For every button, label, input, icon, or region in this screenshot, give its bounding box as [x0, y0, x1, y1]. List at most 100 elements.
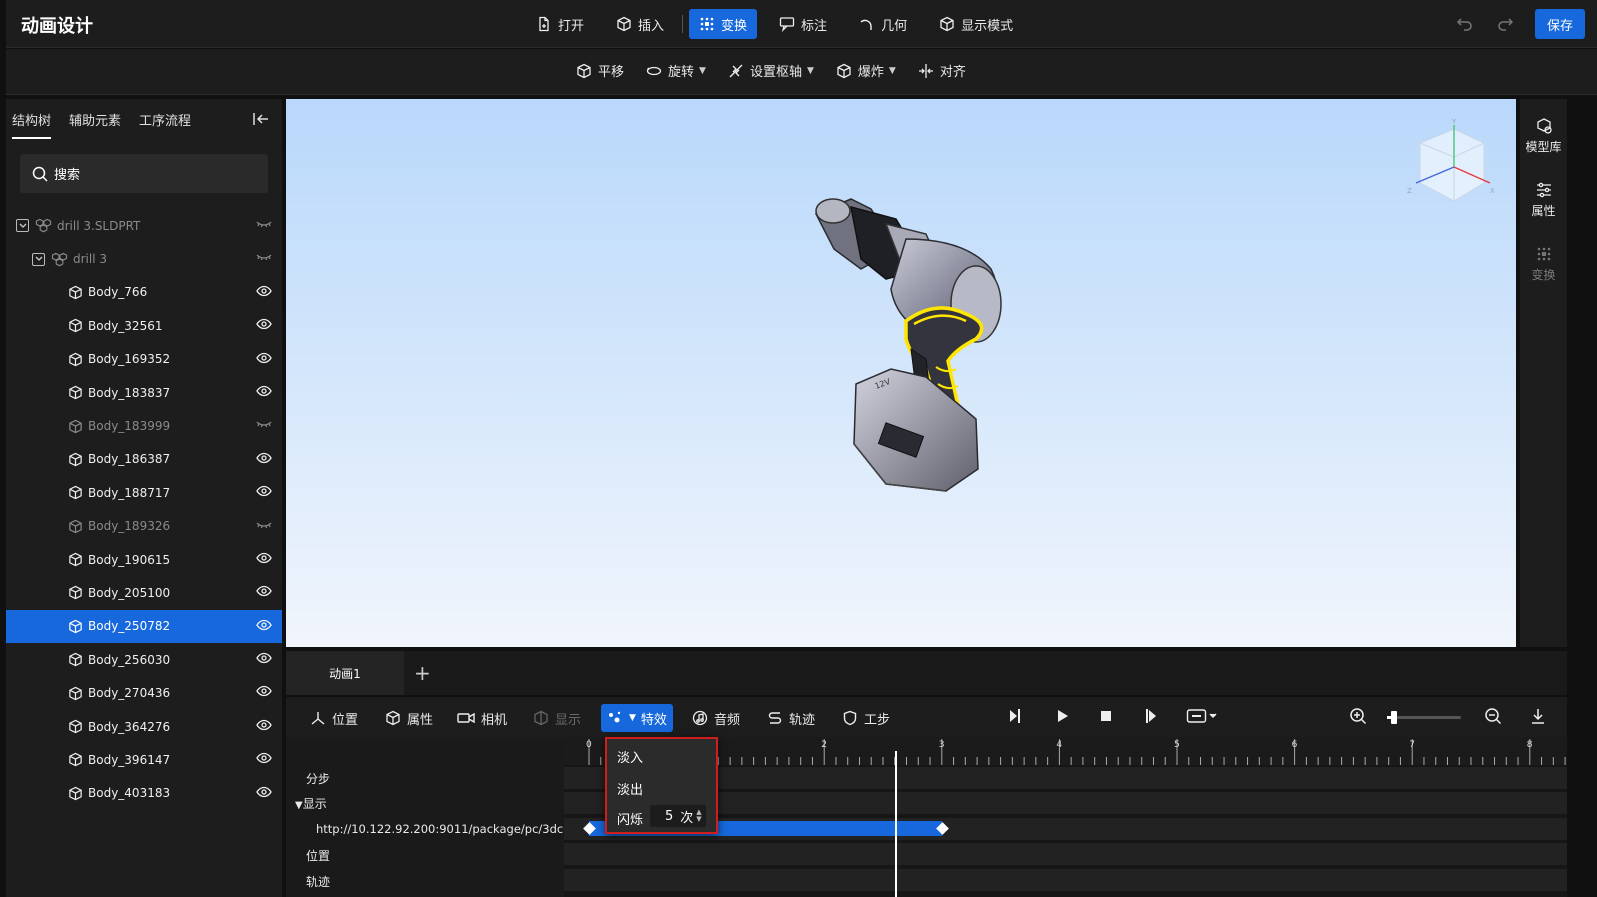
effects-button[interactable]: ▼ 特效 [601, 704, 673, 732]
eye-icon[interactable] [256, 452, 272, 467]
track-lane-position[interactable] [564, 843, 1567, 865]
eye-closed-icon[interactable] [256, 418, 272, 433]
geometry-button[interactable]: 几何 [849, 9, 917, 39]
rotate-button[interactable]: 旋转 ▼ [646, 61, 706, 80]
expand-toggle-icon[interactable] [32, 252, 45, 266]
tab-process-flow[interactable]: 工序流程 [139, 110, 191, 139]
tree-assembly-node[interactable]: drill 3.SLDPRT [6, 209, 282, 242]
tree-body-node[interactable]: Body_205100 [6, 576, 282, 609]
zoom-slider[interactable] [1387, 711, 1461, 724]
eye-icon[interactable] [256, 786, 272, 801]
display-track-button[interactable]: 显示 [527, 704, 587, 732]
add-animation-button[interactable]: + [414, 661, 431, 685]
tree-body-node[interactable]: Body_396147 [6, 743, 282, 776]
pivot-button[interactable]: 设置枢轴 ▼ [728, 61, 814, 80]
axis-x-label: X [1490, 187, 1495, 195]
view-cube[interactable]: Y X Z [1402, 117, 1498, 213]
axis-z-label: Z [1407, 187, 1412, 195]
eye-icon[interactable] [256, 719, 272, 734]
tree-body-node[interactable]: Body_186387 [6, 443, 282, 476]
annotate-button[interactable]: 标注 [769, 9, 837, 39]
eye-icon[interactable] [256, 485, 272, 500]
eye-icon[interactable] [256, 552, 272, 567]
tab-structure-tree[interactable]: 结构树 [12, 110, 52, 139]
play-button[interactable] [1054, 707, 1070, 725]
blink-count-stepper[interactable]: 5 次 ▲ ▼ [650, 805, 706, 827]
display-mode-button[interactable]: 显示模式 [929, 9, 1023, 39]
track-label-step[interactable]: 分步 [306, 770, 330, 787]
tree-body-node[interactable]: Body_183999 [6, 409, 282, 442]
transform-button[interactable]: 变换 [689, 9, 758, 39]
collapse-panel-button[interactable] [252, 111, 270, 131]
tree-body-node[interactable]: Body_188717 [6, 476, 282, 509]
properties-track-button[interactable]: 属性 [379, 704, 439, 732]
tree-body-node[interactable]: Body_190615 [6, 543, 282, 576]
track-label-display-item[interactable]: http://10.122.92.200:9011/package/pc/3dc… [316, 822, 581, 836]
stepper-arrows-icon[interactable]: ▲ ▼ [696, 809, 701, 823]
tree-body-node[interactable]: Body_270436 [6, 676, 282, 709]
tree-body-node[interactable]: Body_256030 [6, 643, 282, 676]
eye-icon[interactable] [256, 285, 272, 300]
tree-body-node[interactable]: Body_32561 [6, 309, 282, 342]
search-input[interactable]: 搜索 [20, 154, 268, 193]
transform-panel-button[interactable]: 变换 [1520, 237, 1567, 291]
tree-body-node[interactable]: Body_403183 [6, 777, 282, 810]
track-label-display[interactable]: ▼显示 [295, 795, 327, 812]
trajectory-track-button[interactable]: 轨迹 [761, 704, 821, 732]
eye-icon[interactable] [256, 385, 272, 400]
undo-button[interactable] [1455, 14, 1475, 34]
body-cube-icon [68, 619, 83, 634]
tab-animation-1[interactable]: 动画1 [286, 651, 404, 695]
tree-body-node[interactable]: Body_183837 [6, 376, 282, 409]
position-track-button[interactable]: 位置 [304, 704, 364, 732]
eye-icon[interactable] [256, 619, 272, 634]
track-lane-trajectory[interactable] [564, 869, 1567, 891]
track-label-trajectory[interactable]: 轨迹 [306, 873, 330, 890]
zoom-out-icon[interactable] [1484, 707, 1502, 725]
eye-closed-icon[interactable] [256, 519, 272, 534]
eye-closed-icon[interactable] [256, 218, 272, 233]
eye-icon[interactable] [256, 585, 272, 600]
3d-viewport[interactable]: 12V Y X Z [286, 99, 1516, 647]
prev-frame-button[interactable] [1007, 707, 1023, 725]
eye-icon[interactable] [256, 318, 272, 333]
track-label-position[interactable]: 位置 [306, 847, 330, 864]
audio-track-button[interactable]: 音频 [686, 704, 746, 732]
fade-out-option[interactable]: 淡出 [617, 779, 643, 798]
open-button[interactable]: 打开 [526, 9, 594, 39]
stop-button[interactable] [1098, 707, 1114, 725]
save-button[interactable]: 保存 [1534, 9, 1585, 39]
eye-icon[interactable] [256, 352, 272, 367]
zoom-slider-handle[interactable] [1391, 711, 1398, 724]
playback-speed-button[interactable] [1186, 707, 1220, 725]
download-icon[interactable] [1529, 707, 1547, 725]
translate-button[interactable]: 平移 [576, 61, 624, 80]
tree-body-node[interactable]: Body_169352 [6, 343, 282, 376]
tab-auxiliary[interactable]: 辅助元素 [69, 110, 121, 139]
zoom-in-icon[interactable] [1349, 707, 1367, 725]
eye-icon[interactable] [256, 685, 272, 700]
align-button[interactable]: 对齐 [918, 61, 966, 80]
tree-body-node[interactable]: Body_364276 [6, 710, 282, 743]
insert-button[interactable]: 插入 [606, 9, 674, 39]
ruler-tick-label: 8 [1527, 740, 1533, 750]
explode-button[interactable]: 爆炸 ▼ [836, 61, 896, 80]
camera-track-button[interactable]: 相机 [451, 704, 513, 732]
expand-toggle-icon[interactable] [16, 219, 29, 233]
eye-icon[interactable] [256, 652, 272, 667]
playhead[interactable] [894, 751, 897, 897]
tree-assembly-node[interactable]: drill 3 [6, 242, 282, 275]
next-frame-button[interactable] [1143, 707, 1159, 725]
fade-in-option[interactable]: 淡入 [617, 747, 643, 766]
tree-body-node[interactable]: Body_766 [6, 276, 282, 309]
properties-button[interactable]: 属性 [1520, 173, 1567, 227]
blink-option[interactable]: 闪烁 [617, 809, 643, 828]
model-library-button[interactable]: 模型库 [1520, 109, 1567, 163]
drill-model[interactable]: 12V [286, 99, 1516, 647]
eye-closed-icon[interactable] [256, 251, 272, 266]
tree-body-node[interactable]: Body_250782 [6, 609, 282, 644]
eye-icon[interactable] [256, 752, 272, 767]
redo-button[interactable] [1495, 14, 1515, 34]
step-track-button[interactable]: 工步 [836, 704, 896, 732]
tree-body-node[interactable]: Body_189326 [6, 510, 282, 543]
